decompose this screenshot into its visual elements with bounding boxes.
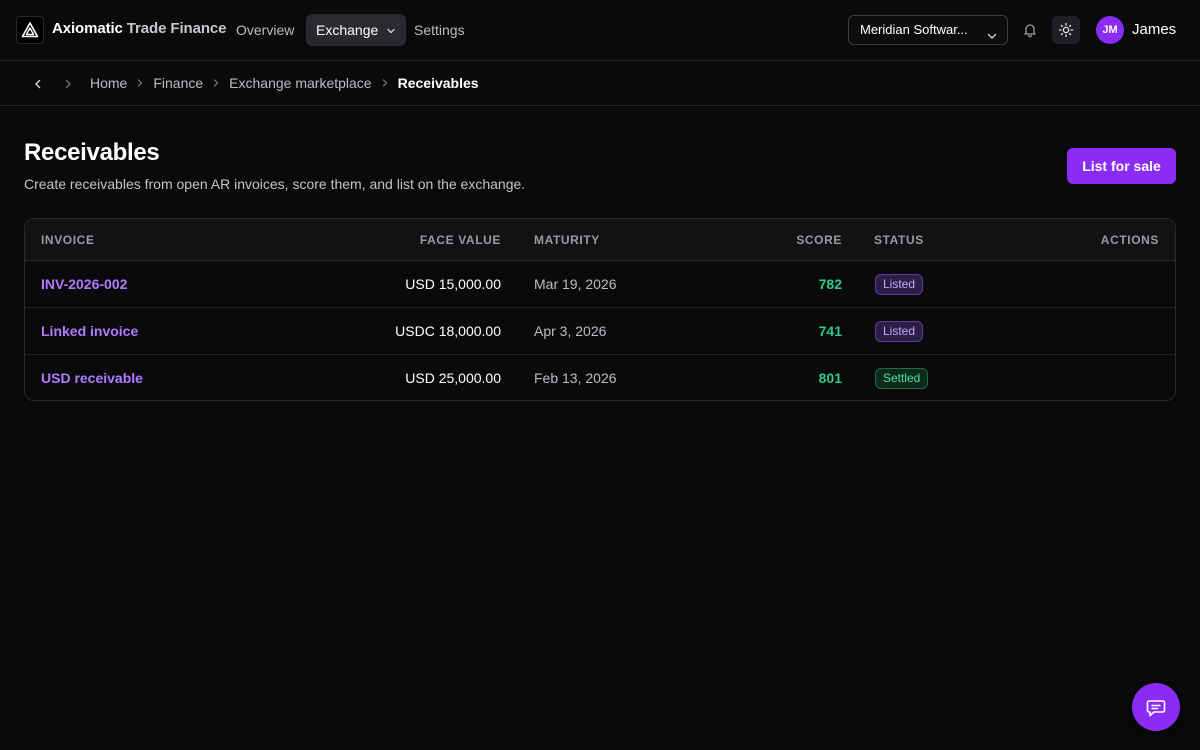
nav-settings[interactable]: Settings: [404, 14, 475, 46]
nav-settings-label: Settings: [414, 22, 465, 38]
invoice-link[interactable]: USD receivable: [41, 370, 143, 386]
list-for-sale-button[interactable]: List for sale: [1067, 148, 1176, 184]
column-header-actions: ACTIONS: [1100, 233, 1159, 247]
maturity-date: Apr 3, 2026: [534, 323, 607, 339]
page-title: Receivables: [24, 139, 160, 166]
breadcrumb-home[interactable]: Home: [90, 75, 127, 91]
organization-selector[interactable]: Meridian Softwar...: [848, 15, 1008, 45]
chevron-right-icon: [380, 78, 390, 88]
brand-primary: Axiomatic: [52, 20, 123, 37]
score-value: 801: [818, 370, 842, 386]
user-name[interactable]: James: [1132, 21, 1176, 38]
status-badge: Listed: [875, 274, 924, 295]
column-header-invoice[interactable]: INVOICE: [41, 233, 95, 247]
column-header-status: STATUS: [874, 233, 924, 247]
nav-overview[interactable]: Overview: [226, 14, 304, 46]
nav-exchange[interactable]: Exchange: [306, 14, 407, 47]
table-row[interactable]: USD receivable USD 25,000.00 Feb 13, 202…: [25, 355, 1175, 400]
invoice-link[interactable]: INV-2026-002: [41, 276, 127, 292]
column-header-score[interactable]: SCORE: [796, 233, 842, 247]
top-navbar: Axiomatic Trade Finance Overview Exchange…: [0, 0, 1200, 61]
status-badge: Settled: [875, 368, 929, 389]
table-header: INVOICE FACE VALUE MATURITY SCORE STATUS…: [25, 219, 1175, 261]
face-value: USD 15,000.00: [405, 276, 501, 292]
maturity-date: Mar 19, 2026: [534, 276, 617, 292]
sun-icon[interactable]: [1052, 16, 1080, 44]
breadcrumb-exchange-marketplace[interactable]: Exchange marketplace: [229, 75, 371, 91]
breadcrumb-receivables: Receivables: [397, 75, 479, 91]
chevron-left-icon[interactable]: [29, 75, 47, 93]
invoice-link[interactable]: Linked invoice: [41, 323, 138, 339]
chevron-right-icon: [211, 78, 221, 88]
face-value: USDC 18,000.00: [395, 323, 501, 339]
receivables-table: INVOICE FACE VALUE MATURITY SCORE STATUS…: [24, 218, 1176, 401]
score-value: 741: [818, 323, 842, 339]
breadcrumb-finance[interactable]: Finance: [153, 75, 203, 91]
maturity-date: Feb 13, 2026: [534, 370, 617, 386]
column-header-face-value[interactable]: FACE VALUE: [420, 233, 501, 247]
triangle-logo-icon[interactable]: [16, 16, 44, 44]
face-value: USD 25,000.00: [405, 370, 501, 386]
bell-icon[interactable]: [1016, 16, 1044, 44]
table-row[interactable]: INV-2026-002 USD 15,000.00 Mar 19, 2026 …: [25, 261, 1175, 308]
status-badge: Listed: [875, 321, 924, 342]
chevron-down-icon: [386, 15, 396, 47]
breadcrumb-bar: Home Finance Exchange marketplace Receiv…: [0, 61, 1200, 106]
page-subtitle: Create receivables from open AR invoices…: [24, 176, 526, 192]
chat-bubble-icon[interactable]: [1132, 683, 1180, 731]
table-row[interactable]: Linked invoice USDC 18,000.00 Apr 3, 202…: [25, 308, 1175, 355]
score-value: 782: [818, 276, 842, 292]
chevron-right-icon: [135, 78, 145, 88]
nav-overview-label: Overview: [236, 22, 295, 38]
nav-exchange-label: Exchange: [316, 22, 379, 38]
brand-name[interactable]: Axiomatic Trade Finance: [52, 20, 226, 37]
column-header-maturity[interactable]: MATURITY: [534, 233, 600, 247]
brand-secondary: Trade Finance: [126, 20, 227, 37]
avatar[interactable]: JM: [1096, 16, 1124, 44]
breadcrumb: Home Finance Exchange marketplace Receiv…: [90, 75, 479, 91]
chevron-down-icon: [986, 24, 998, 44]
chevron-right-icon[interactable]: [59, 75, 77, 93]
organization-name: Meridian Softwar...: [860, 22, 968, 37]
